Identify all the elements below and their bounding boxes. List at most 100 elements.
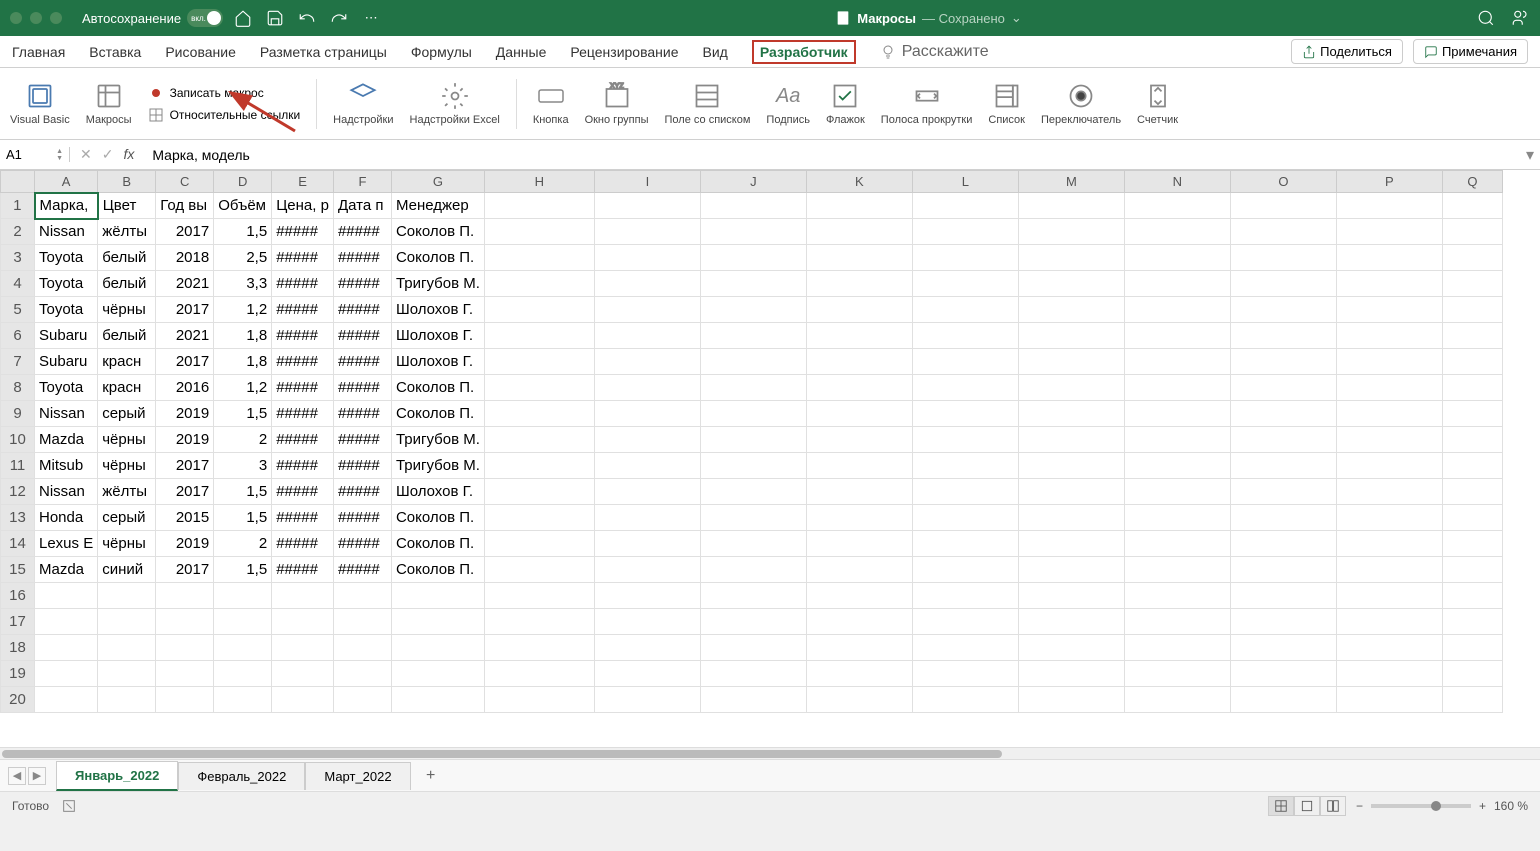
cell[interactable] — [912, 479, 1018, 505]
row-header-19[interactable]: 19 — [1, 661, 35, 687]
home-icon[interactable] — [233, 8, 253, 28]
cell[interactable]: Шолохов Г. — [391, 323, 484, 349]
cell[interactable] — [1442, 453, 1502, 479]
cell[interactable] — [594, 245, 700, 271]
save-icon[interactable] — [265, 8, 285, 28]
cell[interactable]: 2 — [214, 531, 272, 557]
cell[interactable] — [912, 271, 1018, 297]
redo-icon[interactable] — [329, 8, 349, 28]
cell[interactable] — [35, 583, 98, 609]
cell[interactable] — [484, 219, 594, 245]
cell[interactable]: ##### — [333, 479, 391, 505]
col-header-J[interactable]: J — [700, 171, 806, 193]
maximize-window-icon[interactable] — [50, 12, 62, 24]
col-header-P[interactable]: P — [1336, 171, 1442, 193]
cell[interactable] — [1124, 349, 1230, 375]
cell[interactable] — [1018, 479, 1124, 505]
cell[interactable] — [35, 661, 98, 687]
cell[interactable] — [1018, 323, 1124, 349]
cell[interactable] — [156, 635, 214, 661]
cell[interactable]: Toyota — [35, 375, 98, 401]
cell[interactable] — [1124, 427, 1230, 453]
col-header-M[interactable]: M — [1018, 171, 1124, 193]
col-header-C[interactable]: C — [156, 171, 214, 193]
cell[interactable] — [272, 583, 334, 609]
cell[interactable] — [594, 479, 700, 505]
cell[interactable]: Цена, р — [272, 193, 334, 219]
cell[interactable] — [98, 661, 156, 687]
cell[interactable] — [700, 479, 806, 505]
cell[interactable]: 1,8 — [214, 323, 272, 349]
row-header-7[interactable]: 7 — [1, 349, 35, 375]
cell[interactable] — [1336, 505, 1442, 531]
cell[interactable] — [594, 531, 700, 557]
cell[interactable] — [1336, 609, 1442, 635]
form-checkbox-control[interactable]: Флажок — [826, 80, 865, 126]
cell[interactable] — [98, 635, 156, 661]
tab-developer[interactable]: Разработчик — [752, 40, 856, 64]
cell[interactable] — [1124, 297, 1230, 323]
cell[interactable]: ##### — [333, 401, 391, 427]
form-spinner-control[interactable]: Счетчик — [1137, 80, 1178, 126]
cell[interactable] — [214, 609, 272, 635]
excel-addins-button[interactable]: Надстройки Excel — [410, 80, 500, 126]
cell[interactable] — [700, 271, 806, 297]
cell[interactable]: белый — [98, 323, 156, 349]
col-header-D[interactable]: D — [214, 171, 272, 193]
cell[interactable] — [594, 271, 700, 297]
cell[interactable] — [1336, 479, 1442, 505]
cell[interactable] — [1336, 323, 1442, 349]
cell[interactable] — [1124, 531, 1230, 557]
cell[interactable] — [594, 375, 700, 401]
cell[interactable]: ##### — [272, 271, 334, 297]
cell[interactable] — [1336, 531, 1442, 557]
cell[interactable] — [1336, 375, 1442, 401]
cell[interactable] — [594, 219, 700, 245]
cell[interactable]: 2017 — [156, 349, 214, 375]
cell[interactable] — [156, 583, 214, 609]
cell[interactable] — [700, 687, 806, 713]
cell[interactable] — [98, 687, 156, 713]
cell[interactable] — [1442, 609, 1502, 635]
cell[interactable] — [1018, 609, 1124, 635]
cell[interactable] — [1124, 557, 1230, 583]
form-listbox-control[interactable]: Список — [988, 80, 1025, 126]
cell[interactable] — [1442, 245, 1502, 271]
cell[interactable] — [912, 401, 1018, 427]
cell[interactable] — [594, 297, 700, 323]
cell[interactable]: чёрны — [98, 297, 156, 323]
autosave-control[interactable]: Автосохранение вкл. — [82, 9, 223, 27]
comments-button[interactable]: Примечания — [1413, 39, 1528, 64]
cell[interactable] — [484, 479, 594, 505]
cell[interactable]: Соколов П. — [391, 375, 484, 401]
cell[interactable] — [912, 193, 1018, 219]
cell[interactable] — [156, 609, 214, 635]
cell[interactable] — [594, 505, 700, 531]
cell[interactable] — [484, 427, 594, 453]
row-header-9[interactable]: 9 — [1, 401, 35, 427]
cell[interactable] — [1336, 583, 1442, 609]
cell[interactable] — [1336, 687, 1442, 713]
page-layout-view-button[interactable] — [1294, 796, 1320, 816]
col-header-L[interactable]: L — [912, 171, 1018, 193]
cell[interactable]: 2017 — [156, 453, 214, 479]
cell[interactable] — [391, 583, 484, 609]
cell[interactable] — [1124, 453, 1230, 479]
cancel-formula-icon[interactable]: ✕ — [80, 146, 92, 163]
cell[interactable]: ##### — [272, 219, 334, 245]
cell[interactable] — [594, 557, 700, 583]
cell[interactable] — [1230, 323, 1336, 349]
cell[interactable] — [700, 245, 806, 271]
cell[interactable] — [484, 635, 594, 661]
cell[interactable]: ##### — [272, 401, 334, 427]
cell[interactable]: 2017 — [156, 219, 214, 245]
cell[interactable] — [806, 687, 912, 713]
cell[interactable] — [912, 349, 1018, 375]
undo-icon[interactable] — [297, 8, 317, 28]
tab-draw[interactable]: Рисование — [165, 38, 236, 66]
cell[interactable] — [391, 661, 484, 687]
cell[interactable]: ##### — [272, 323, 334, 349]
cell[interactable] — [1018, 401, 1124, 427]
cell[interactable] — [1124, 193, 1230, 219]
sheet-nav-prev[interactable]: ◀ — [8, 767, 26, 785]
